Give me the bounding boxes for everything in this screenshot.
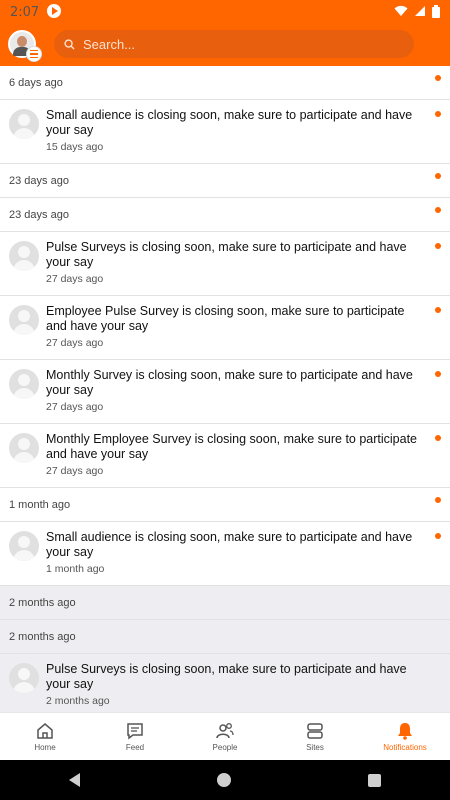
search-icon xyxy=(64,38,75,50)
notification-item[interactable]: Pulse Surveys is closing soon, make sure… xyxy=(0,654,450,712)
notification-body: Pulse Surveys is closing soon, make sure… xyxy=(46,662,426,712)
wifi-icon xyxy=(394,5,408,16)
unread-dot-icon xyxy=(435,307,441,313)
unread-dot-icon xyxy=(435,173,441,179)
nav-feed[interactable]: Feed xyxy=(90,713,180,760)
feed-icon xyxy=(127,723,143,740)
notification-body: Pulse Surveys is closing soon, make sure… xyxy=(46,240,426,295)
notification-message: Monthly Employee Survey is closing soon,… xyxy=(46,432,418,461)
avatar xyxy=(9,369,39,399)
notification-time: 2 months ago xyxy=(46,695,110,707)
nav-people[interactable]: People xyxy=(180,713,270,760)
nav-feed-label: Feed xyxy=(125,743,145,752)
notification-message: Pulse Surveys is closing soon, make sure… xyxy=(46,662,407,691)
play-notification-icon xyxy=(47,4,62,18)
nav-notifications[interactable]: Notifications xyxy=(360,713,450,760)
search-placeholder: Search... xyxy=(83,36,136,52)
notification-message: Pulse Surveys is closing soon, make sure… xyxy=(46,240,407,269)
notification-time: 27 days ago xyxy=(46,465,104,477)
notification-item[interactable]: Monthly Survey is closing soon, make sur… xyxy=(0,360,450,424)
notification-time: 27 days ago xyxy=(46,273,104,285)
home-icon xyxy=(37,723,53,739)
feed-time-label: 1 month ago xyxy=(9,498,71,511)
notification-body: Small audience is closing soon, make sur… xyxy=(46,530,426,585)
profile-avatar[interactable] xyxy=(8,30,42,62)
avatar xyxy=(9,305,39,335)
nav-home-label: Home xyxy=(34,743,56,752)
notification-item[interactable]: Small audience is closing soon, make sur… xyxy=(0,100,450,164)
notification-item[interactable]: Monthly Employee Survey is closing soon,… xyxy=(0,424,450,488)
nav-notifications-label: Notifications xyxy=(383,743,427,752)
system-navigation-bar xyxy=(0,760,450,800)
avatar-face xyxy=(17,36,27,47)
notification-item[interactable]: Pulse Surveys is closing soon, make sure… xyxy=(0,232,450,296)
feed-time-label: 6 days ago xyxy=(9,76,63,89)
feed-time-header: 2 months ago xyxy=(0,586,450,620)
feed-time-header: 23 days ago xyxy=(0,198,450,232)
notification-body: Monthly Employee Survey is closing soon,… xyxy=(46,432,426,487)
bell-icon xyxy=(398,723,412,740)
unread-dot-icon xyxy=(435,243,441,249)
notification-item[interactable]: Small audience is closing soon, make sur… xyxy=(0,522,450,586)
menu-icon[interactable] xyxy=(26,46,42,62)
unread-dot-icon xyxy=(435,533,441,539)
feed-time-label: 23 days ago xyxy=(9,208,69,221)
search-input[interactable]: Search... xyxy=(54,30,414,58)
avatar xyxy=(9,109,39,139)
home-button-icon[interactable] xyxy=(216,773,231,787)
nav-sites[interactable]: Sites xyxy=(270,713,360,760)
feed-time-header: 1 month ago xyxy=(0,488,450,522)
notification-time: 15 days ago xyxy=(46,141,104,153)
notification-item[interactable]: Employee Pulse Survey is closing soon, m… xyxy=(0,296,450,360)
back-icon[interactable] xyxy=(68,773,80,787)
notification-body: Small audience is closing soon, make sur… xyxy=(46,108,426,163)
notification-body: Monthly Survey is closing soon, make sur… xyxy=(46,368,426,423)
feed-time-header: 6 days ago xyxy=(0,66,450,100)
feed-time-label: 23 days ago xyxy=(9,174,69,187)
status-time: 2:07 xyxy=(10,5,40,20)
nav-people-label: People xyxy=(212,743,238,752)
feed-time-label: 2 months ago xyxy=(9,630,76,643)
notification-time: 1 month ago xyxy=(46,563,105,575)
people-icon xyxy=(216,723,234,739)
status-bar: 2:07 xyxy=(0,0,450,22)
unread-dot-icon xyxy=(435,435,441,441)
unread-dot-icon xyxy=(435,371,441,377)
avatar xyxy=(9,433,39,463)
unread-dot-icon xyxy=(435,75,441,81)
feed-time-header: 2 months ago xyxy=(0,620,450,654)
avatar xyxy=(9,663,39,693)
notification-time: 27 days ago xyxy=(46,337,104,349)
notification-list[interactable]: 6 days ago Small audience is closing soon… xyxy=(0,66,450,712)
app-header: Search... xyxy=(0,22,450,66)
notification-message: Small audience is closing soon, make sur… xyxy=(46,108,413,137)
nav-home[interactable]: Home xyxy=(0,713,90,760)
feed-time-label: 2 months ago xyxy=(9,596,76,609)
nav-sites-label: Sites xyxy=(306,743,324,752)
avatar xyxy=(9,531,39,561)
notification-message: Employee Pulse Survey is closing soon, m… xyxy=(46,304,405,333)
sites-icon xyxy=(307,723,323,739)
unread-dot-icon xyxy=(435,207,441,213)
notification-body: Employee Pulse Survey is closing soon, m… xyxy=(46,304,426,359)
notification-message: Monthly Survey is closing soon, make sur… xyxy=(46,368,413,397)
recents-icon[interactable] xyxy=(368,773,382,787)
notification-time: 27 days ago xyxy=(46,401,104,413)
signal-icon xyxy=(415,6,425,16)
feed-time-header: 23 days ago xyxy=(0,164,450,198)
notification-message: Small audience is closing soon, make sur… xyxy=(46,530,413,559)
unread-dot-icon xyxy=(435,497,441,503)
battery-icon xyxy=(432,4,440,18)
bottom-navigation: Home Feed People Sites Notifications xyxy=(0,712,450,760)
unread-dot-icon xyxy=(435,111,441,117)
avatar xyxy=(9,241,39,271)
status-icons xyxy=(394,4,440,18)
